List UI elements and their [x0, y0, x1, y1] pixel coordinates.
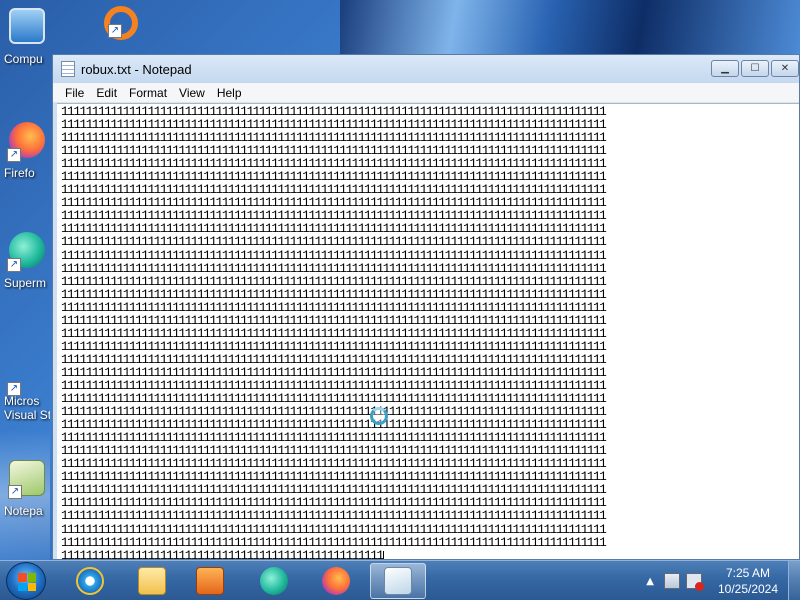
notepad-app-icon[interactable]	[61, 61, 75, 77]
maximize-button[interactable]: ☐	[741, 60, 769, 77]
taskbar-internet-explorer[interactable]	[62, 563, 118, 599]
desktop-icon-supermium[interactable]: ↗ Superm	[4, 228, 50, 308]
firefox-icon	[322, 567, 350, 595]
desktop-icon-origin[interactable]: ↗	[98, 2, 144, 52]
firefox-icon: ↗	[7, 122, 45, 162]
desktop-icon-notepad[interactable]: ↗ Notepa	[4, 456, 50, 536]
window-controls: ▁ ☐ ✕	[711, 60, 799, 77]
desktop-icon-firefox[interactable]: ↗ Firefo	[4, 118, 50, 198]
start-button[interactable]	[6, 562, 46, 600]
window-title: robux.txt - Notepad	[81, 61, 192, 77]
shortcut-arrow-icon: ↗	[7, 382, 21, 396]
notepad-window: robux.txt - Notepad ▁ ☐ ✕ File Edit Form…	[52, 54, 800, 560]
taskbar-supermium[interactable]	[246, 563, 302, 599]
desktop-icon-label: Firefo	[4, 166, 35, 180]
show-desktop-button[interactable]	[788, 561, 800, 600]
desktop-icon-label: Micros	[4, 394, 40, 408]
taskbar-notepad[interactable]	[370, 563, 426, 599]
internet-explorer-icon	[76, 567, 104, 595]
media-player-icon	[196, 567, 224, 595]
desktop-icon-visual-studio[interactable]: ↗ Micros Visual St	[4, 352, 50, 428]
clock-time: 7:25 AM	[725, 566, 771, 580]
close-button[interactable]: ✕	[771, 60, 799, 77]
busy-cursor-icon	[370, 407, 388, 425]
volume-muted-icon[interactable]	[686, 573, 704, 591]
desktop-icon-label: Notepa	[4, 504, 43, 518]
shortcut-arrow-icon: ↗	[8, 485, 22, 499]
notepad-icon	[384, 567, 412, 595]
supermium-icon	[260, 567, 288, 595]
computer-icon	[9, 8, 45, 44]
shortcut-arrow-icon: ↗	[7, 148, 21, 162]
system-tray: ▲ 7:25 AM 10/25/2024	[646, 561, 800, 600]
text-caret	[382, 550, 384, 559]
editor-content[interactable]: 1111111111111111111111111111111111111111…	[57, 104, 799, 559]
text-editor[interactable]: 1111111111111111111111111111111111111111…	[57, 103, 799, 559]
clock-date: 10/25/2024	[717, 582, 779, 596]
clock[interactable]: 7:25 AM 10/25/2024	[708, 565, 788, 597]
desktop-icon-computer[interactable]: Compu	[4, 4, 50, 84]
minimize-button[interactable]: ▁	[711, 60, 739, 77]
menu-help[interactable]: Help	[211, 83, 248, 103]
title-bar[interactable]: robux.txt - Notepad ▁ ☐ ✕	[53, 55, 799, 83]
menu-edit[interactable]: Edit	[90, 83, 123, 103]
desktop-icon-label-line2: Visual St	[4, 408, 50, 422]
desktop-icon-label: Compu	[4, 52, 43, 66]
windows-logo-icon	[18, 573, 36, 591]
supermium-icon: ↗	[7, 232, 45, 272]
menu-bar: File Edit Format View Help	[53, 83, 799, 103]
shortcut-arrow-icon: ↗	[7, 258, 21, 272]
file-explorer-icon	[138, 567, 166, 595]
origin-icon: ↗	[104, 6, 138, 40]
taskbar: ▲ 7:25 AM 10/25/2024	[0, 560, 800, 600]
taskbar-media-player[interactable]	[182, 563, 238, 599]
notepad-icon: ↗	[8, 460, 45, 499]
menu-file[interactable]: File	[59, 83, 90, 103]
visual-studio-icon: ↗	[7, 356, 45, 396]
shortcut-arrow-icon: ↗	[108, 24, 122, 38]
menu-format[interactable]: Format	[123, 83, 173, 103]
taskbar-file-explorer[interactable]	[124, 563, 180, 599]
menu-view[interactable]: View	[173, 83, 211, 103]
desktop-icon-label: Superm	[4, 276, 47, 290]
network-icon[interactable]	[664, 573, 680, 589]
taskbar-firefox[interactable]	[308, 563, 364, 599]
show-hidden-icons-button[interactable]: ▲	[646, 576, 654, 587]
wallpaper-shape	[340, 0, 800, 55]
